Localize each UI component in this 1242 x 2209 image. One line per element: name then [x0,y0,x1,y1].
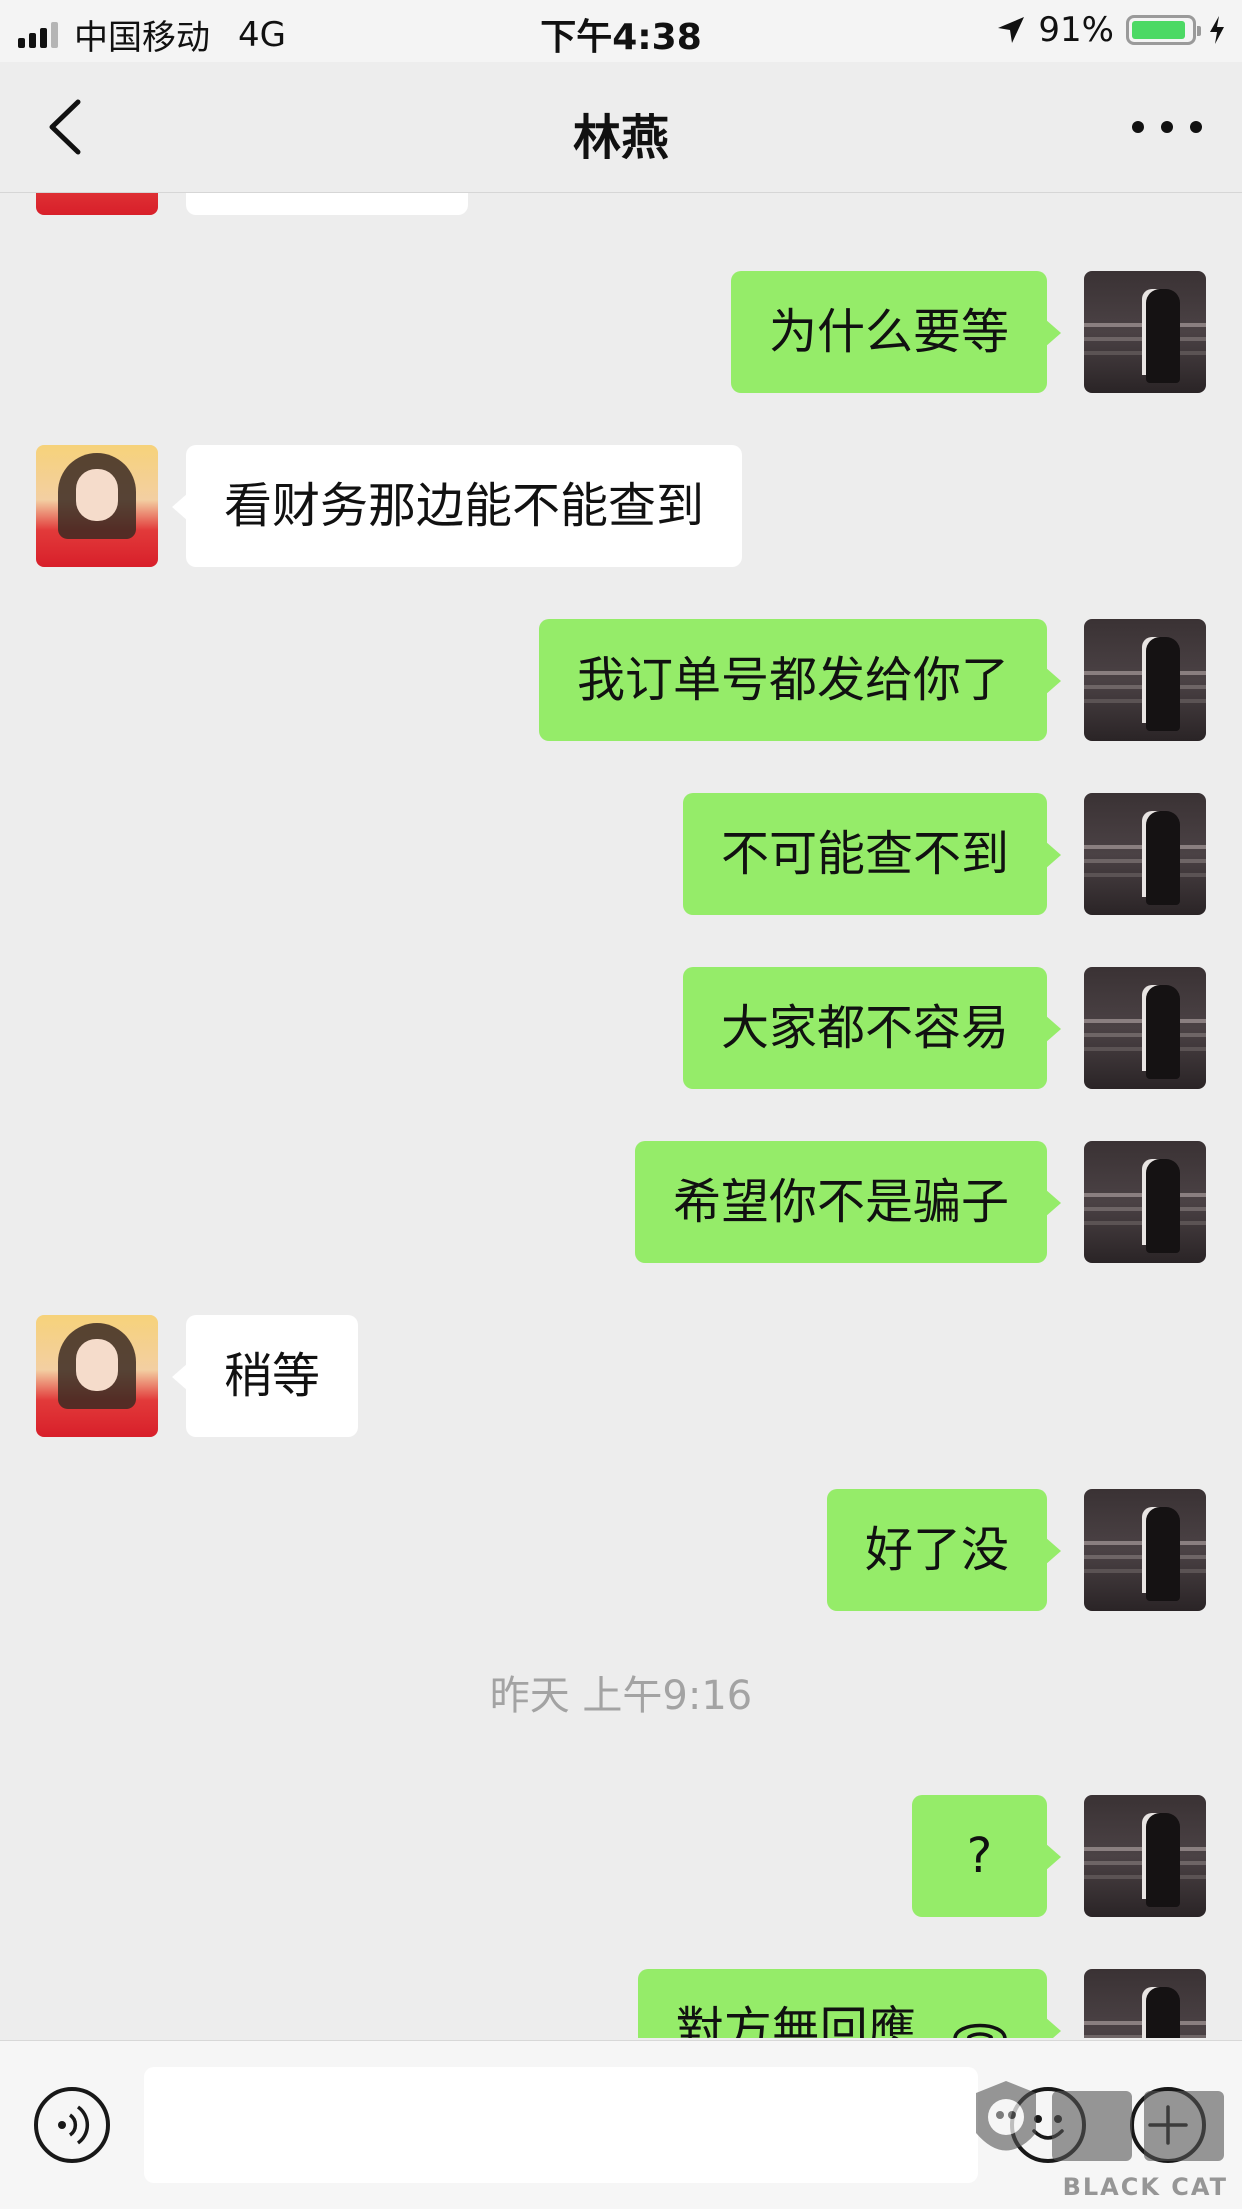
battery-fill [1132,21,1185,39]
outgoing-message-bubble[interactable]: ? [912,1795,1061,1917]
status-right: 91% [996,10,1226,50]
my-avatar[interactable] [1084,967,1206,1089]
more-options-icon[interactable] [1132,102,1202,152]
status-bar: 中国移动 4G 下午4:38 91% [0,0,1242,62]
outgoing-message-bubble[interactable]: 我订单号都发给你了 [538,619,1062,741]
battery-percent: 91% [1038,10,1114,50]
contact-avatar[interactable] [36,445,158,567]
my-avatar[interactable] [1084,1141,1206,1263]
incoming-message-bubble[interactable]: 看财务那边能不能查到 [171,445,743,567]
outgoing-message-bubble[interactable]: 为什么要等 [730,271,1062,393]
voice-input-button[interactable] [34,2087,110,2163]
call-status-text: 對方無回應 [675,2002,916,2038]
my-avatar[interactable] [1084,1489,1206,1611]
outgoing-message-bubble[interactable]: 大家都不容易 [682,967,1062,1089]
battery-icon [1126,15,1201,45]
contact-avatar[interactable] [36,193,158,215]
voice-call-message-bubble[interactable]: 對方無回應 [637,1969,1062,2038]
charging-bolt-icon [1210,16,1224,44]
chat-title: 林燕 [572,110,669,166]
message-timestamp: 昨天 上午9:16 [489,1673,753,1719]
chat-header: 林燕 [0,62,1242,193]
message-list[interactable]: 为什么要等 看财务那边能不能查到 我订单号都发给你了 不可能查不到 大家都不容易… [0,193,1242,2038]
input-bar: BLACK CAT [0,2040,1242,2209]
outgoing-message-bubble[interactable]: 不可能查不到 [682,793,1062,915]
my-avatar[interactable] [1084,271,1206,393]
incoming-message-bubble[interactable] [186,193,468,215]
location-arrow-icon [998,17,1025,43]
my-avatar[interactable] [1084,793,1206,915]
voice-wave-icon [58,2105,90,2145]
contact-avatar[interactable] [36,1315,158,1437]
cat-logo-icon [976,2081,1224,2161]
watermark-text: BLACK CAT [1062,2173,1228,2201]
outgoing-message-bubble[interactable]: 好了没 [826,1489,1062,1611]
watermark-logo: BLACK CAT [966,2073,1236,2201]
my-avatar[interactable] [1084,619,1206,741]
message-input[interactable] [144,2067,978,2183]
outgoing-message-bubble[interactable]: 希望你不是骗子 [634,1141,1062,1263]
phone-icon [953,2023,1007,2038]
my-avatar[interactable] [1084,1969,1206,2038]
incoming-message-bubble[interactable]: 稍等 [171,1315,359,1437]
my-avatar[interactable] [1084,1795,1206,1917]
